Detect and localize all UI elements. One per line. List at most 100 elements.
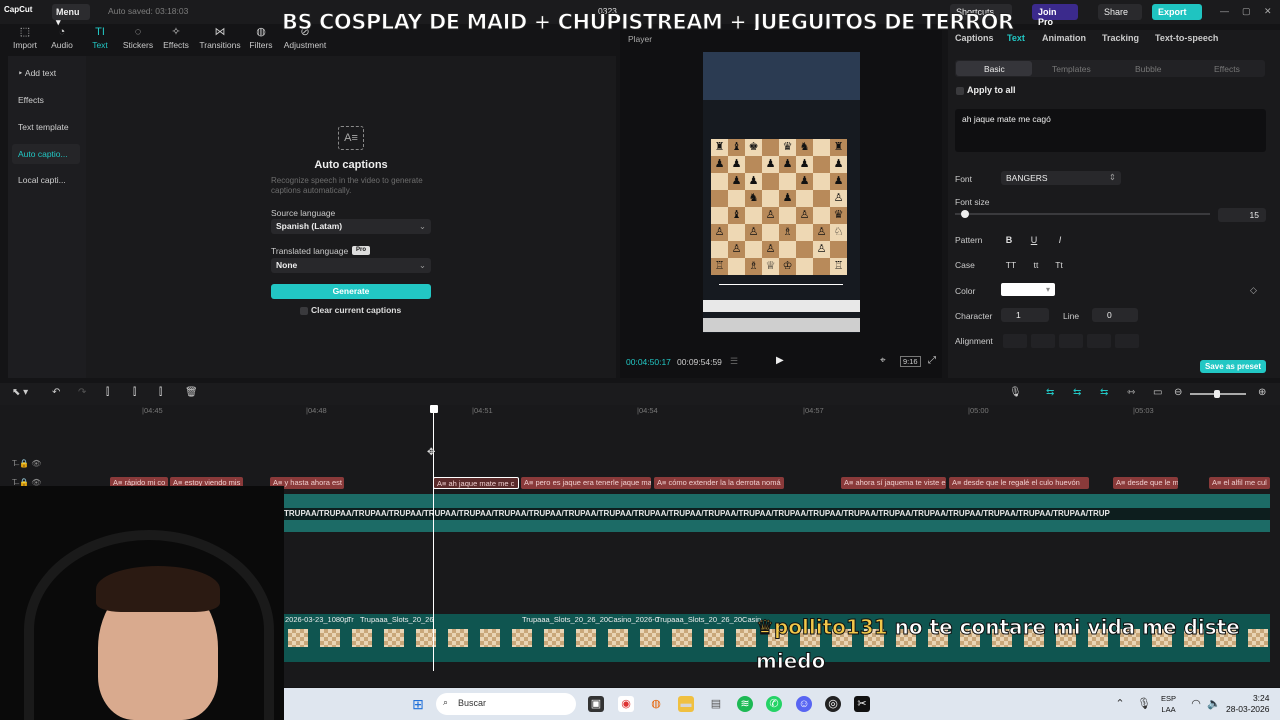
video-clip-label[interactable]: Trupaaa_Slots_20_26_20Casin — [656, 615, 761, 624]
zoom-out-icon[interactable]: ⊖ — [1174, 387, 1182, 398]
line-spacing-input[interactable]: 0 — [1092, 308, 1138, 322]
bold-button[interactable]: B — [1001, 233, 1017, 247]
caption-selection-box[interactable] — [719, 284, 843, 288]
split-screen-icon[interactable]: ⇿ — [1127, 387, 1135, 398]
tab-animation[interactable]: Animation — [1042, 33, 1086, 43]
align-justify-icon[interactable] — [1087, 334, 1111, 348]
align-right-icon[interactable] — [1059, 334, 1083, 348]
join-pro-button[interactable]: Join Pro — [1032, 4, 1078, 27]
align-vertical-icon[interactable] — [1115, 334, 1139, 348]
menu-button[interactable]: Menu ▾ — [52, 4, 90, 27]
redo-icon[interactable]: ↷ — [78, 387, 86, 398]
magnet-icon[interactable]: ⇆ — [1046, 387, 1054, 398]
obs-icon[interactable]: ◎ — [825, 696, 841, 712]
tab-transitions[interactable]: ⋈ Transitions — [198, 26, 242, 50]
fit-icon[interactable]: ⌖ — [880, 355, 886, 366]
timeline-list-icon[interactable]: ☰ — [730, 356, 738, 367]
delete-icon[interactable]: 🗑 — [185, 387, 198, 398]
tab-text[interactable]: TI Text — [82, 26, 118, 50]
tab-filters[interactable]: ◍ Filters — [243, 26, 279, 50]
save-as-preset-button[interactable]: Save as preset — [1200, 360, 1266, 373]
text-track-controls[interactable]: T̶ 🔒 👁 — [12, 459, 41, 468]
underline-button[interactable]: U — [1026, 233, 1042, 247]
case-upper-button[interactable]: TT — [1001, 258, 1021, 272]
minimize-icon[interactable]: — — [1220, 6, 1229, 16]
tab-audio[interactable]: ◔ Audio — [44, 26, 80, 50]
tab-captions[interactable]: Captions — [955, 33, 994, 43]
font-size-input[interactable]: 15 — [1218, 208, 1266, 222]
sidebar-item-add-text[interactable]: ‣ Add text — [12, 63, 80, 83]
maximize-icon[interactable]: ▢ — [1242, 6, 1251, 17]
caption-clip[interactable]: A≡ desde que le regalé el culo huevón — [949, 477, 1089, 489]
subtab-effects[interactable]: Effects — [1214, 64, 1240, 74]
subtab-basic[interactable]: Basic — [984, 64, 1005, 74]
whatsapp-icon[interactable]: ✆ — [766, 696, 782, 712]
playhead-handle[interactable] — [430, 405, 438, 413]
align-center-icon[interactable] — [1031, 334, 1055, 348]
caption-clip[interactable]: A≡ cómo extender la la derrota nomá — [654, 477, 784, 489]
generate-button[interactable]: Generate — [271, 284, 431, 299]
caption-clip[interactable]: A≡ el alfil me cul — [1209, 477, 1270, 489]
task-view-icon[interactable]: ▣ — [588, 696, 604, 712]
case-lower-button[interactable]: tt — [1026, 258, 1046, 272]
ratio-button[interactable]: 9:16 — [900, 356, 921, 367]
chrome-icon[interactable]: ◉ — [618, 696, 634, 712]
file-explorer-icon[interactable]: ▬ — [678, 696, 694, 712]
video-clip-label[interactable]: Trupaaa_Slots_20_26 — [360, 615, 434, 624]
input-language[interactable]: ESP LAA — [1161, 693, 1176, 715]
network-icon[interactable]: ◠ — [1188, 696, 1204, 712]
close-icon[interactable]: ✕ — [1264, 6, 1272, 17]
taskbar-search[interactable]: ⌕ Buscar — [436, 693, 576, 715]
subtab-bubble[interactable]: Bubble — [1135, 64, 1161, 74]
character-spacing-input[interactable]: 1 — [1001, 308, 1049, 322]
fullscreen-icon[interactable]: ⤢ — [928, 355, 936, 366]
tab-tracking[interactable]: Tracking — [1102, 33, 1139, 43]
export-button[interactable]: Export — [1152, 4, 1202, 20]
apply-to-all-checkbox[interactable]: Apply to all — [956, 85, 1016, 95]
video-clip-label[interactable]: 2026-03-23_1080p — [285, 615, 348, 624]
chevron-down-icon[interactable]: ▾ — [1046, 285, 1050, 294]
font-size-slider[interactable] — [955, 213, 1210, 215]
link-icon[interactable]: ⇆ — [1073, 387, 1081, 398]
system-clock[interactable]: 3:24 28-03-2026 — [1226, 693, 1269, 715]
subtab-templates[interactable]: Templates — [1052, 64, 1091, 74]
sidebar-item-effects[interactable]: Effects — [12, 90, 80, 110]
discord-icon[interactable]: ☺ — [796, 696, 812, 712]
video-clip-label[interactable]: Tr — [347, 615, 354, 624]
select-tool-icon[interactable]: ⬉ ▾ — [12, 387, 28, 398]
zoom-in-icon[interactable]: ⊕ — [1258, 387, 1266, 398]
font-size-slider-handle[interactable] — [960, 210, 969, 218]
zoom-slider-handle[interactable] — [1214, 390, 1220, 398]
tab-text-to-speech[interactable]: Text-to-speech — [1155, 33, 1218, 43]
keyframe-icon[interactable]: ◇ — [1250, 285, 1257, 296]
volume-icon[interactable]: 🔈 — [1206, 696, 1222, 712]
video-clip-label[interactable]: Trupaaa_Slots_20_26_20Casino_2026-0 — [522, 615, 659, 624]
sidebar-item-text-template[interactable]: Text template — [12, 117, 80, 137]
sidebar-item-auto-captions[interactable]: Auto captio... — [12, 144, 80, 164]
caption-clip[interactable]: A≡ ahora sí jaquema te viste e — [841, 477, 946, 489]
caption-clip-selected[interactable]: A≡ ah jaque mate me c — [433, 477, 519, 489]
split-icon[interactable]: ⫿ — [106, 387, 109, 398]
undo-icon[interactable]: ↶ — [52, 387, 60, 398]
align-left-icon[interactable] — [1003, 334, 1027, 348]
split-right-icon[interactable]: ⫿ — [159, 387, 162, 398]
sidebar-item-local-captions[interactable]: Local capti... — [12, 170, 80, 190]
translated-language-select[interactable]: None ⌄ — [271, 258, 431, 273]
font-select[interactable]: BANGERS ⇕ — [1001, 171, 1121, 185]
play-icon[interactable]: ▶ — [776, 355, 784, 366]
firefox-icon[interactable]: ◍ — [648, 696, 664, 712]
store-icon[interactable]: ▤ — [708, 696, 724, 712]
caption-clip[interactable]: A≡ pero es jaque era tenerle jaque ma — [521, 477, 651, 489]
share-button[interactable]: Share — [1098, 4, 1142, 20]
capcut-icon[interactable]: ✂ — [854, 696, 870, 712]
clear-captions-checkbox[interactable]: Clear current captions — [300, 305, 401, 315]
split-left-icon[interactable]: ⫿ — [133, 387, 136, 398]
chevron-up-icon[interactable]: ⌃ — [1112, 696, 1128, 712]
microphone-tray-icon[interactable]: 🎙 — [1136, 696, 1152, 712]
italic-button[interactable]: I — [1052, 233, 1068, 247]
tab-import[interactable]: ⬚ Import — [7, 26, 43, 50]
caption-icon[interactable]: ▭ — [1153, 387, 1162, 398]
caption-clip[interactable]: A≡ desde que le m — [1113, 477, 1178, 489]
spotify-icon[interactable]: ≋ — [737, 696, 753, 712]
windows-start-icon[interactable]: ⊞ — [410, 696, 426, 712]
